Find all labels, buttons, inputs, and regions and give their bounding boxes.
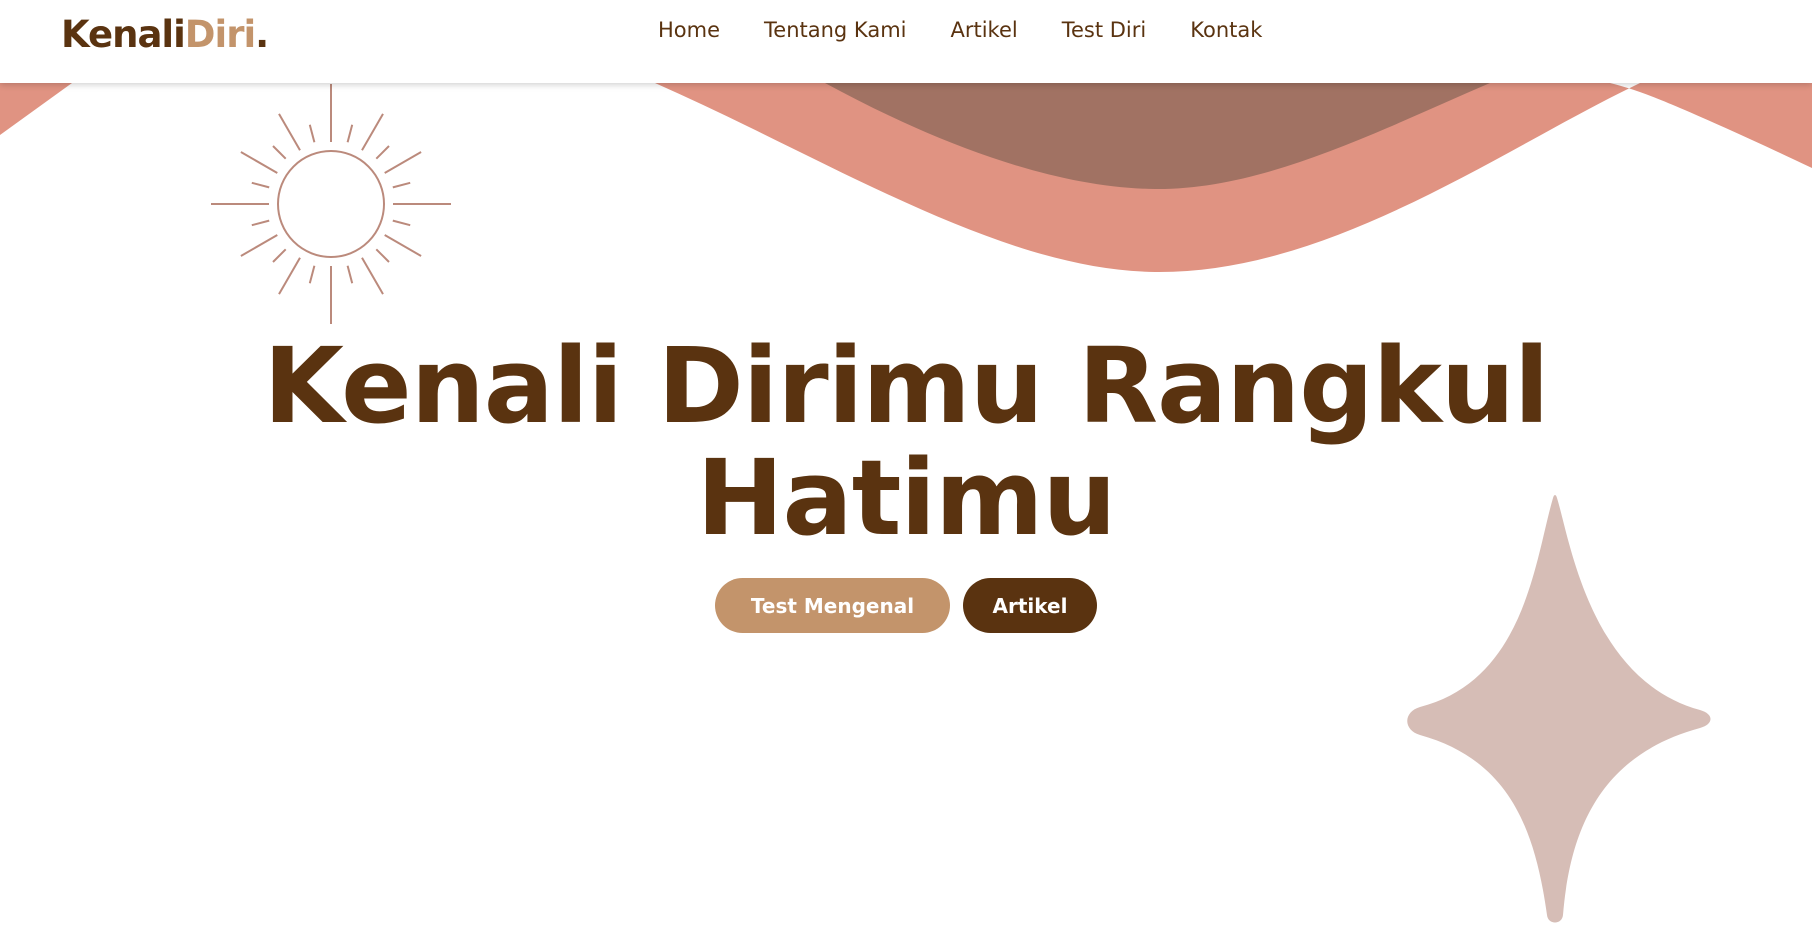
sun-ray [308, 265, 316, 284]
four-point-star-icon [1407, 495, 1711, 923]
nav-link-artikel[interactable]: Artikel [950, 18, 1017, 42]
sun-ray [272, 248, 287, 263]
brand-logo[interactable]: KenaliDiri. [61, 10, 269, 60]
brand-part-1: Kenali [61, 13, 186, 56]
main-nav: Home Tentang Kami Artikel Test Diri Kont… [636, 0, 1284, 60]
page: KenaliDiri. Home Tentang Kami Artikel Te… [0, 0, 1812, 942]
hero-title-line-1: Kenali Dirimu Rangkul [263, 325, 1549, 447]
sun-ray [278, 113, 301, 151]
sun-ray [240, 234, 278, 257]
hero-title: Kenali Dirimu Rangkul Hatimu [0, 330, 1812, 554]
sun-ray [346, 265, 354, 284]
nav-link-test-diri[interactable]: Test Diri [1062, 18, 1147, 42]
sun-ray [251, 181, 270, 189]
artikel-button[interactable]: Artikel [963, 578, 1097, 633]
sun-ray [375, 145, 390, 160]
nav-link-tentang-kami[interactable]: Tentang Kami [764, 18, 906, 42]
sun-ray [272, 145, 287, 160]
sun-ray [346, 124, 354, 143]
sun-ray [251, 219, 270, 227]
test-mengenal-button[interactable]: Test Mengenal [715, 578, 950, 633]
nav-link-kontak[interactable]: Kontak [1190, 18, 1262, 42]
brand-part-2: Diri [184, 13, 256, 56]
navbar: KenaliDiri. Home Tentang Kami Artikel Te… [0, 0, 1812, 83]
brand-part-3: . [255, 13, 269, 56]
sun-ray [361, 257, 384, 295]
sun-ray [375, 248, 390, 263]
sun-ray [384, 151, 422, 174]
nav-link-home[interactable]: Home [658, 18, 720, 42]
sun-ray [278, 257, 301, 295]
corner-salmon-shape [0, 83, 72, 135]
sun-line-icon [211, 84, 451, 324]
sun-ray [384, 234, 422, 257]
sun-ray [308, 124, 316, 143]
sun-ray [392, 181, 411, 189]
sun-ray [361, 113, 384, 151]
sun-ray [392, 219, 411, 227]
hero-buttons: Test Mengenal Artikel [0, 578, 1812, 633]
sun-ray [240, 151, 278, 174]
hero-title-line-2: Hatimu [696, 437, 1117, 559]
